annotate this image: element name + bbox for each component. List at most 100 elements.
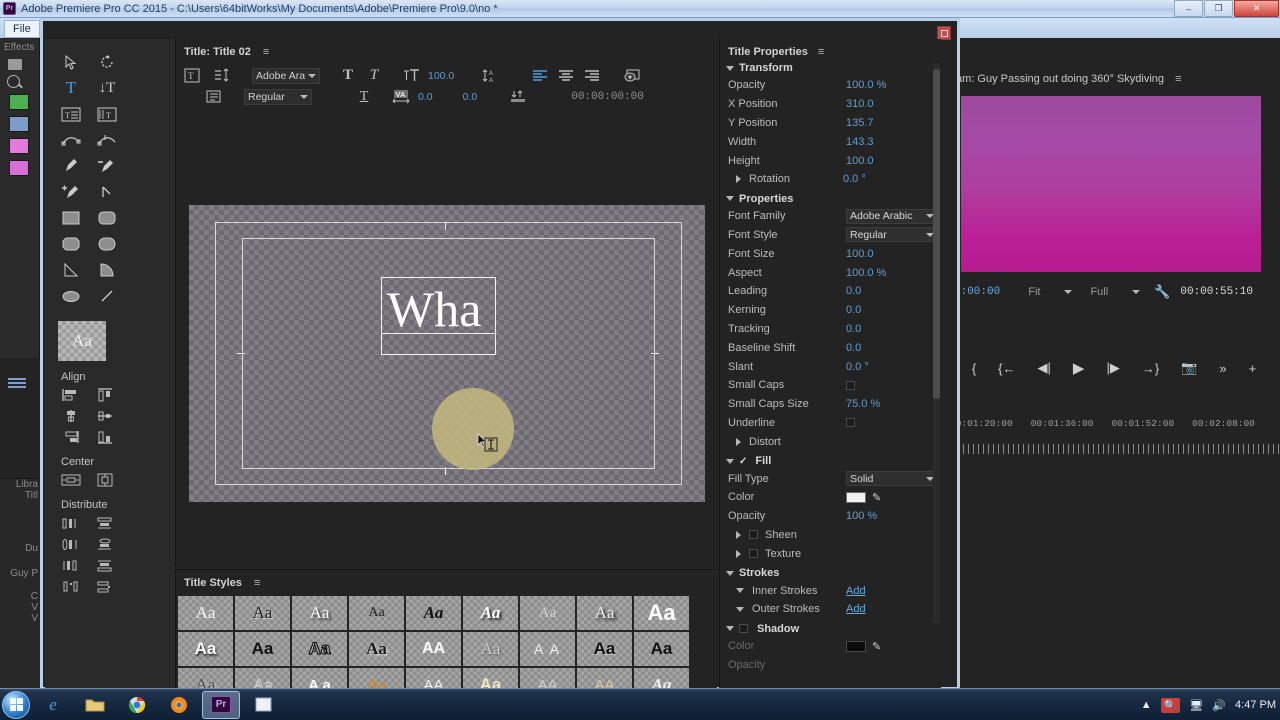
type-tool[interactable]: T (58, 77, 84, 99)
restore-button[interactable]: ❐ (1204, 0, 1233, 17)
disclosure-triangle-icon[interactable] (736, 606, 744, 612)
export-frame-icon[interactable]: 📷 (1181, 360, 1197, 376)
aspect-value[interactable]: 100.0 % (846, 267, 886, 279)
align-horizontal-center-icon[interactable] (59, 407, 83, 425)
align-vertical-center-icon[interactable] (93, 407, 117, 425)
wrench-icon[interactable]: 🔧 (1154, 284, 1170, 300)
title-canvas[interactable]: Wha (189, 205, 705, 502)
go-to-out-icon[interactable]: →} (1142, 361, 1159, 376)
shadow-checkbox[interactable] (739, 624, 748, 634)
distribute-left-icon[interactable] (59, 514, 83, 532)
tracking-value[interactable]: 0.0 (846, 323, 861, 335)
disclosure-triangle-icon[interactable] (736, 530, 741, 539)
fill-type-select[interactable]: Solid (846, 471, 938, 487)
taskbar-adobe-premiere-pro-icon[interactable]: Pr (202, 690, 240, 719)
style-swatch[interactable]: Aa (178, 596, 233, 630)
align-right-icon[interactable] (59, 428, 83, 446)
italic-button[interactable]: T (364, 67, 384, 84)
timeline-ruler[interactable]: 00:01:20:00 00:01:36:00 00:01:52:00 00:0… (948, 418, 1280, 458)
distribute-right-icon[interactable] (59, 556, 83, 574)
vertical-area-type-tool[interactable]: T (94, 103, 120, 125)
fill-enabled-checkmark-icon[interactable]: ✓ (739, 456, 747, 467)
style-swatch[interactable]: Aa (634, 596, 689, 630)
handle-top[interactable] (445, 222, 446, 230)
disclosure-triangle-icon[interactable] (736, 549, 741, 558)
style-sample-swatch[interactable]: Aa (58, 321, 106, 361)
taskbar-mozilla-firefox-icon[interactable] (160, 691, 198, 719)
effect-swatch-magenta[interactable] (9, 138, 29, 154)
style-swatch[interactable]: Aa (292, 632, 347, 666)
tan-circle-shape[interactable] (432, 388, 514, 470)
height-value[interactable]: 100.0 (846, 155, 874, 167)
small-caps-checkbox[interactable] (846, 380, 855, 390)
clipped-corner-rectangle-tool[interactable] (58, 233, 84, 255)
style-swatch[interactable]: Aa (463, 632, 518, 666)
handle-bottom[interactable] (445, 467, 446, 475)
rectangle-tool[interactable] (58, 207, 84, 229)
font-size-value[interactable]: 100.0 (428, 70, 454, 82)
font-style-combo[interactable]: Regular (244, 88, 312, 105)
taskbar-google-chrome-icon[interactable] (118, 691, 156, 719)
outer-strokes-add-link[interactable]: Add (846, 603, 866, 615)
distribute-vertical-center-icon[interactable] (93, 535, 117, 553)
sheen-checkbox[interactable] (749, 530, 758, 540)
tab-marker-icon[interactable] (509, 88, 529, 105)
handle-left[interactable] (237, 353, 245, 354)
small-caps-size-value[interactable]: 75.0 % (846, 398, 880, 410)
selection-tool[interactable] (58, 51, 84, 73)
center-horizontally-icon[interactable] (59, 471, 83, 489)
panel-menu-icon[interactable]: ≡ (263, 46, 269, 58)
font-size-value[interactable]: 100.0 (846, 248, 874, 260)
effect-swatch-violet[interactable] (9, 160, 29, 176)
list-view-icon[interactable] (8, 378, 26, 390)
font-family-combo[interactable]: Adobe Ara (252, 67, 320, 84)
add-anchor-point-tool[interactable] (58, 181, 84, 203)
text-bounding-box[interactable]: Wha (381, 277, 496, 355)
distribute-horizontal-even-icon[interactable] (59, 577, 83, 595)
title-styles-tab[interactable]: Title Styles ≡ (176, 570, 717, 589)
align-top-icon[interactable] (93, 386, 117, 404)
tab-stops-icon[interactable] (204, 88, 224, 105)
opacity-value[interactable]: 100.0 % (846, 79, 886, 91)
network-icon[interactable]: 🖥 (1189, 699, 1203, 712)
texture-checkbox[interactable] (749, 549, 758, 559)
disclosure-triangle-icon[interactable] (726, 196, 734, 202)
panel-menu-icon[interactable]: ≡ (1175, 73, 1181, 85)
pen-tool[interactable] (58, 155, 84, 177)
panel-menu-icon[interactable]: ≡ (254, 577, 260, 589)
style-swatch[interactable]: Aa (235, 632, 290, 666)
style-swatch[interactable]: Aa (463, 596, 518, 630)
style-swatch[interactable]: Aa (235, 596, 290, 630)
vertical-type-tool[interactable]: ↓T (94, 77, 120, 99)
taskbar-internet-explorer-icon[interactable]: e (34, 691, 72, 719)
font-size-icon[interactable] (402, 67, 422, 84)
leading-icon[interactable]: AA (480, 67, 500, 84)
style-swatch[interactable]: Aa (406, 596, 461, 630)
chevron-down-icon-2[interactable] (1132, 290, 1141, 294)
delete-anchor-point-tool[interactable] (94, 155, 120, 177)
style-swatch[interactable]: Aa (178, 632, 233, 666)
align-left-icon[interactable] (59, 386, 83, 404)
shadow-group-header[interactable]: Shadow (720, 619, 941, 637)
eyedropper-icon[interactable]: ✎ (872, 491, 881, 504)
align-bottom-icon[interactable] (93, 428, 117, 446)
leading-value[interactable]: 0.0 (846, 285, 861, 297)
disclosure-triangle-icon[interactable] (736, 588, 744, 594)
panel-menu-icon[interactable]: ≡ (818, 46, 824, 58)
underline-button[interactable]: T (354, 88, 374, 105)
width-value[interactable]: 143.3 (846, 136, 874, 148)
shadow-color-swatch[interactable] (846, 640, 866, 652)
x-position-value[interactable]: 310.0 (846, 98, 874, 110)
disclosure-triangle-icon[interactable] (726, 458, 734, 464)
handle-right[interactable] (651, 353, 659, 354)
transform-group-header[interactable]: Transform (720, 58, 941, 76)
taskbar-clock[interactable]: 4:47 PM (1235, 699, 1276, 711)
rounded-rectangle-tool[interactable] (94, 207, 120, 229)
disclosure-triangle-icon[interactable] (726, 570, 734, 576)
mark-in-out-icon[interactable]: { (972, 361, 976, 376)
menu-item-file[interactable]: File (4, 20, 40, 38)
disclosure-triangle-icon[interactable] (726, 65, 734, 71)
rounded-corner-rectangle-tool[interactable] (94, 233, 120, 255)
convert-anchor-point-tool[interactable] (94, 181, 120, 203)
chevron-down-icon[interactable] (1064, 290, 1073, 294)
